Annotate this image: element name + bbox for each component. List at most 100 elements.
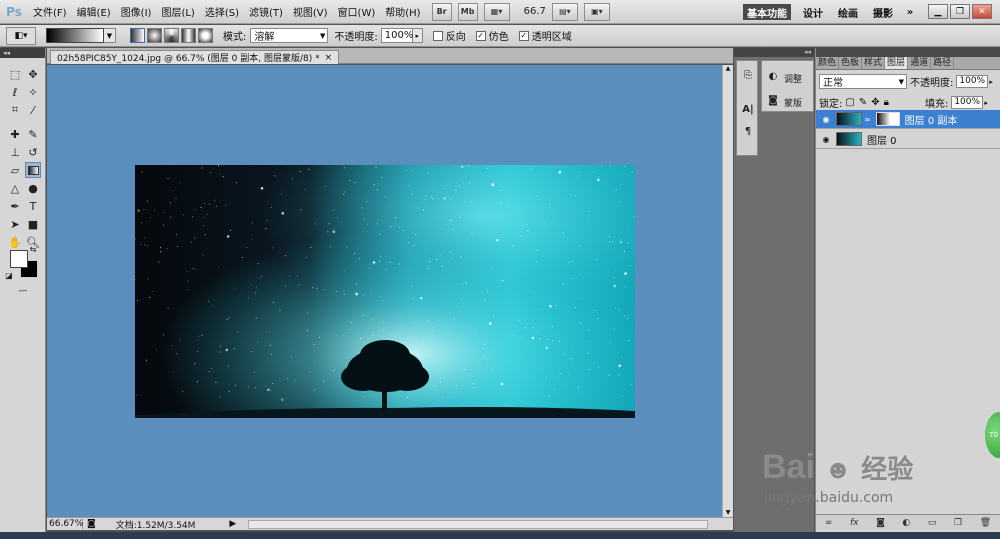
dither-check-box[interactable]: ✓ (475, 30, 486, 41)
minimize-icon[interactable]: ▁ (928, 4, 948, 19)
paragraph-panel-icon[interactable]: ¶ (740, 123, 756, 139)
document-image[interactable] (135, 165, 635, 418)
menu-item[interactable]: 滤镜(T) (244, 4, 288, 19)
vertical-scrollbar[interactable]: ▲ ▼ (722, 65, 733, 517)
default-colors-icon[interactable]: ◪ (4, 270, 14, 280)
mode-select[interactable]: 溶解 ▼ (250, 28, 329, 43)
opacity-slider-arrow[interactable]: ▸ (412, 28, 423, 43)
panel-tab[interactable]: 样式 (862, 57, 886, 69)
marquee-tool-icon[interactable]: ⬚ (7, 66, 23, 82)
eyedropper-tool-icon[interactable]: ⁄ (25, 102, 41, 118)
menu-item[interactable]: 窗口(W) (333, 4, 381, 19)
close-tab-icon[interactable]: × (325, 53, 333, 63)
adjustments-label[interactable]: 调整 (784, 72, 802, 85)
masks-icon[interactable]: ◙ (766, 93, 780, 107)
quick-select-tool-icon[interactable]: ✧ (25, 84, 41, 100)
mini-bridge-button[interactable]: Mb (457, 2, 478, 21)
panel-tab[interactable]: 图层 (885, 57, 909, 69)
tools-panel-grip[interactable]: ◂◂ (0, 48, 45, 58)
document-tab[interactable]: 02h58PIC85Y_1024.jpg @ 66.7% (图层 0 副本, 图… (50, 50, 340, 64)
brush-tool-icon[interactable]: ✎ (25, 126, 41, 142)
move-tool-icon[interactable]: ✥ (25, 66, 41, 82)
layer-row-copy[interactable]: ◉ ∞ 图层 0 副本 (816, 110, 1000, 129)
fill-arrow[interactable]: ▸ (984, 99, 988, 107)
history-panel-icon[interactable]: ⎘ (740, 67, 756, 83)
radial-gradient-icon[interactable] (147, 28, 162, 43)
restore-icon[interactable]: ❐ (950, 4, 970, 19)
link-layers-icon[interactable]: ∞ (825, 518, 833, 528)
hand-tool-icon[interactable]: ✋ (7, 234, 23, 250)
view-extras-button[interactable]: ▦▾ (483, 2, 510, 21)
angle-gradient-icon[interactable] (164, 28, 179, 43)
layers-panel-grip[interactable] (816, 48, 1000, 57)
arrange-documents-button[interactable]: ▤▾ (551, 2, 578, 21)
adjustment-layer-icon[interactable]: ◐ (902, 518, 910, 528)
new-layer-icon[interactable]: ❐ (954, 518, 962, 528)
link-icon[interactable]: ∞ (864, 115, 871, 124)
lock-transparency-icon[interactable]: ▢ (845, 97, 854, 108)
delete-layer-icon[interactable]: 🗑︎ (980, 518, 991, 528)
lock-all-icon[interactable]: 🔒︎ (884, 97, 889, 108)
linear-gradient-icon[interactable] (130, 28, 145, 43)
scroll-up-icon[interactable]: ▲ (723, 65, 733, 72)
menu-item[interactable]: 图层(L) (156, 4, 199, 19)
bridge-button[interactable]: Br (431, 2, 452, 21)
menu-item[interactable]: 选择(S) (200, 4, 244, 19)
gradient-tool-icon[interactable] (25, 162, 41, 178)
status-menu-arrow[interactable]: ▶ (229, 519, 236, 529)
horizontal-scrollbar[interactable] (248, 519, 709, 529)
reverse-checkbox[interactable]: 反向 (432, 28, 466, 43)
healing-brush-tool-icon[interactable]: ✚ (7, 126, 23, 142)
workspace-photography[interactable]: 摄影 (868, 4, 898, 20)
fill-input[interactable]: 100% (951, 96, 984, 109)
reflected-gradient-icon[interactable] (181, 28, 196, 43)
status-icon[interactable]: ◙ (87, 519, 96, 529)
pen-tool-icon[interactable]: ✒ (7, 198, 23, 214)
panel-tab[interactable]: 色板 (839, 57, 863, 69)
layer-opacity-input[interactable]: 100% (956, 75, 989, 88)
screen-mode-button[interactable]: ▣▾ (583, 2, 610, 21)
scroll-down-icon[interactable]: ▼ (723, 509, 733, 516)
blend-mode-select[interactable]: 正常 ▼ (819, 74, 907, 89)
lock-image-icon[interactable]: ✎ (859, 97, 867, 108)
history-brush-tool-icon[interactable]: ↺ (25, 144, 41, 160)
lasso-tool-icon[interactable]: ℓ (7, 84, 23, 100)
menu-item[interactable]: 图像(I) (116, 4, 157, 19)
panel-tab[interactable]: 通道 (908, 57, 932, 69)
dodge-tool-icon[interactable]: ● (25, 180, 41, 196)
adjustments-icon[interactable]: ◐ (766, 69, 780, 83)
group-icon[interactable]: ▭ (928, 518, 937, 528)
eye-icon[interactable]: ◉ (819, 132, 833, 146)
layer-row-base[interactable]: ◉ 图层 0 (816, 130, 1000, 149)
lock-position-icon[interactable]: ✥ (871, 97, 879, 108)
reverse-check-box[interactable] (432, 30, 443, 41)
status-zoom[interactable]: 66.67% (47, 519, 83, 529)
quick-mask-icon[interactable]: — (14, 286, 32, 296)
transparency-check-box[interactable]: ✓ (518, 30, 529, 41)
rectangle-tool-icon[interactable]: ■ (25, 216, 41, 232)
zoom-level[interactable]: 66.7 (524, 6, 546, 17)
panel-tab[interactable]: 颜色 (816, 57, 840, 69)
diamond-gradient-icon[interactable] (198, 28, 213, 43)
gradient-picker-arrow[interactable]: ▼ (104, 28, 116, 43)
menu-item[interactable]: 文件(F) (28, 4, 72, 19)
canvas-area[interactable] (47, 65, 722, 517)
masks-label[interactable]: 蒙版 (784, 96, 802, 109)
eraser-tool-icon[interactable]: ▱ (7, 162, 23, 178)
workspace-painting[interactable]: 绘画 (833, 4, 863, 20)
layer-mask-thumbnail[interactable] (875, 112, 900, 126)
tool-preset-picker[interactable]: ◧▾ (6, 26, 36, 45)
more-workspaces-button[interactable]: » (903, 4, 917, 20)
panel-tab[interactable]: 路径 (931, 57, 955, 69)
gradient-preview[interactable] (46, 28, 104, 43)
layer-opacity-arrow[interactable]: ▸ (989, 78, 993, 86)
path-selection-tool-icon[interactable]: ➤ (7, 216, 23, 232)
crop-tool-icon[interactable]: ⌗ (7, 102, 23, 118)
close-icon[interactable]: ✕ (972, 4, 992, 19)
menu-item[interactable]: 视图(V) (288, 4, 333, 19)
transparency-checkbox[interactable]: ✓ 透明区域 (518, 28, 572, 43)
foreground-color-swatch[interactable] (10, 250, 28, 268)
workspace-design[interactable]: 设计 (798, 4, 828, 20)
swap-colors-icon[interactable]: ⇆ (28, 244, 38, 254)
eye-icon[interactable]: ◉ (819, 112, 833, 126)
